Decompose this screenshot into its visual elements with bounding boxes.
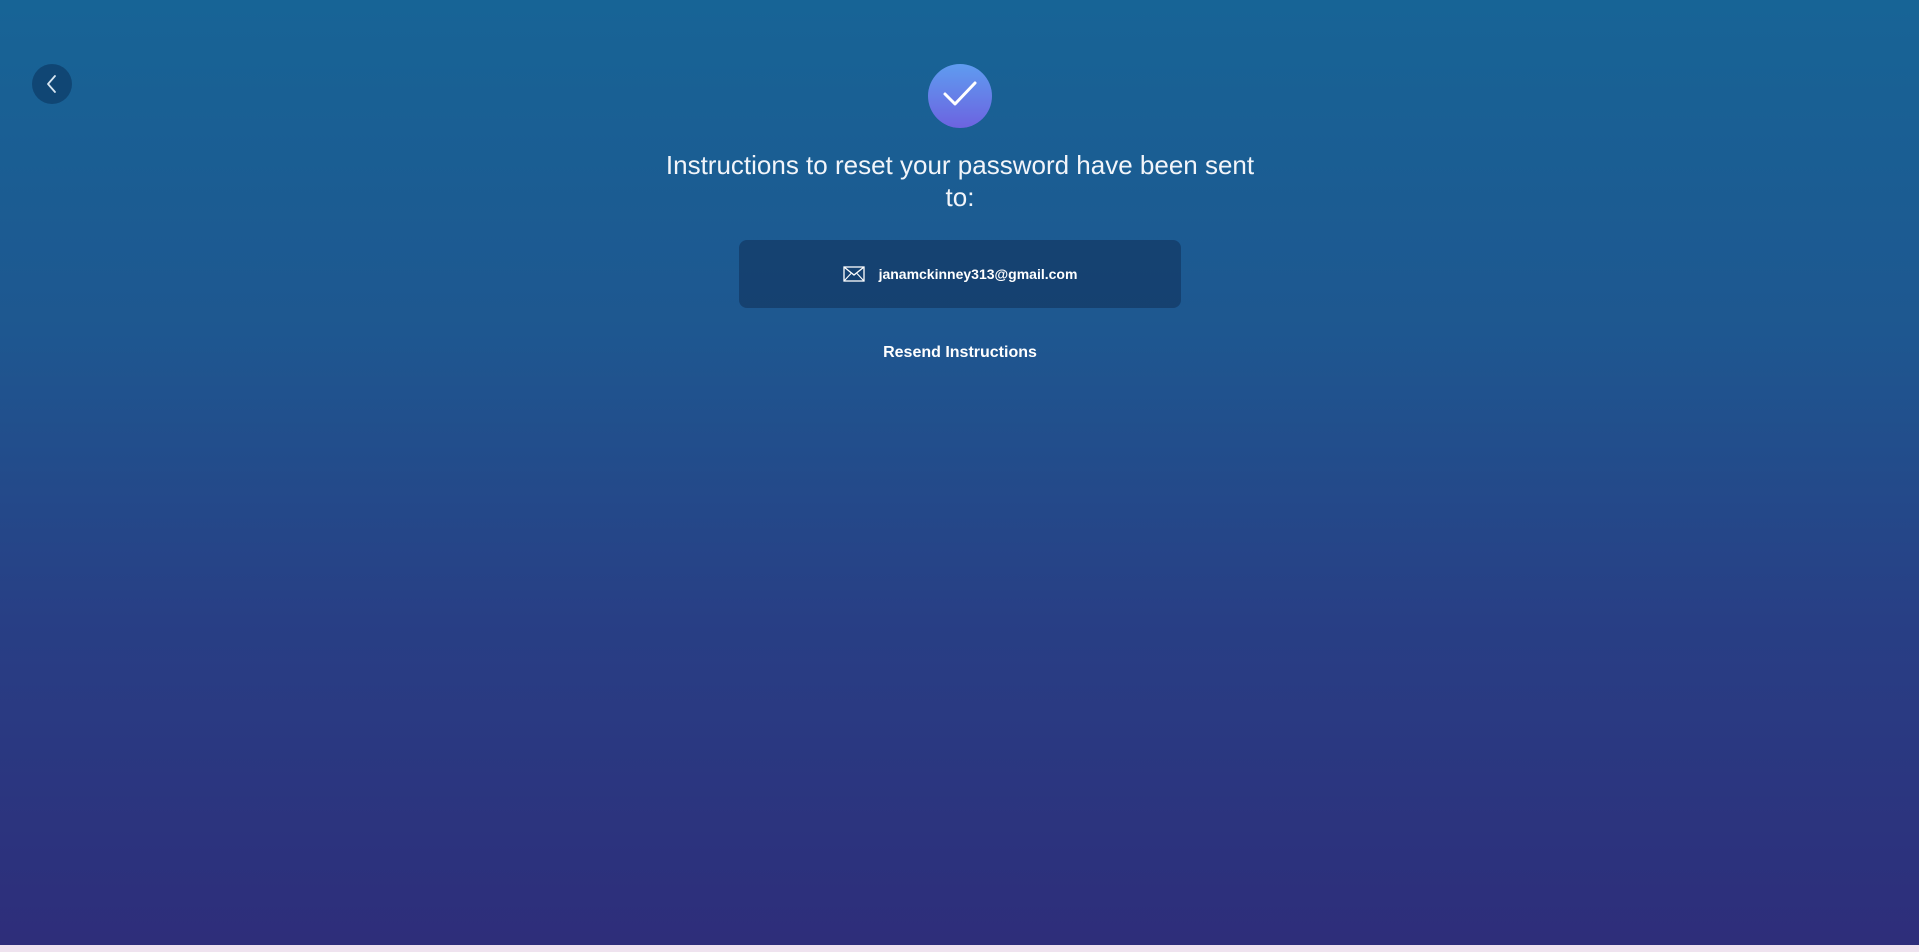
back-button[interactable]	[32, 64, 72, 104]
resend-instructions-button[interactable]: Resend Instructions	[760, 344, 1160, 362]
page-title: Instructions to reset your password have…	[665, 150, 1255, 212]
chevron-left-icon	[45, 74, 59, 94]
bottom-strip	[0, 945, 1919, 952]
email-address: janamckinney313@gmail.com	[878, 266, 1078, 282]
checkmark-icon	[942, 80, 978, 113]
email-display: janamckinney313@gmail.com	[739, 240, 1181, 308]
envelope-icon	[842, 266, 865, 282]
success-badge	[928, 64, 992, 128]
